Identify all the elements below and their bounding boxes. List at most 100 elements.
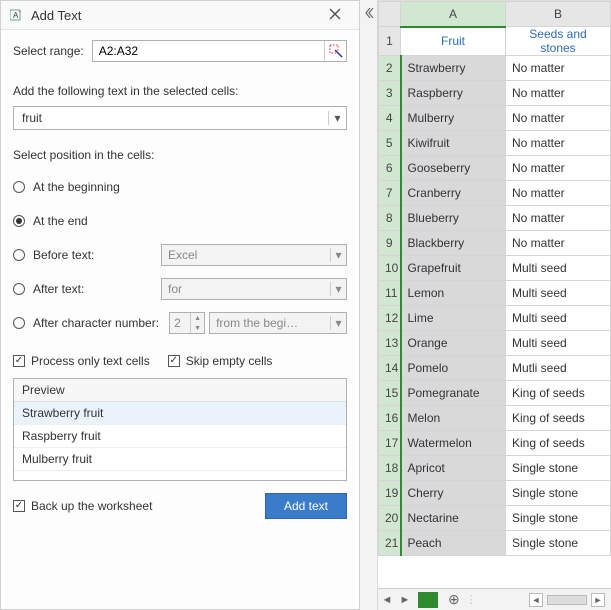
radio-at-beginning[interactable]: At the beginning (13, 176, 347, 198)
cell[interactable]: Lemon (401, 281, 506, 306)
radio-after-char[interactable]: After character number: 2 ▲▼ from the be… (13, 312, 347, 334)
add-sheet-button[interactable]: ⊕ (448, 591, 460, 608)
row-header[interactable]: 18 (379, 456, 401, 481)
cell[interactable]: King of seeds (506, 381, 611, 406)
cell[interactable]: No matter (506, 181, 611, 206)
tab-nav-next[interactable]: ► (396, 594, 414, 606)
row-header[interactable]: 21 (379, 531, 401, 556)
radio-after-text[interactable]: After text: for▾ (13, 278, 347, 300)
grid[interactable]: AB1FruitSeeds and stones2StrawberryNo ma… (378, 1, 611, 588)
spinner-down-icon[interactable]: ▼ (191, 323, 204, 333)
col-header-b[interactable]: B (506, 2, 611, 27)
cell[interactable]: Melon (401, 406, 506, 431)
select-range-input[interactable] (92, 40, 347, 62)
row-header[interactable]: 6 (379, 156, 401, 181)
cell[interactable]: Single stone (506, 506, 611, 531)
cell[interactable]: No matter (506, 206, 611, 231)
cell[interactable]: No matter (506, 231, 611, 256)
process-text-checkbox[interactable]: Process only text cells (13, 354, 150, 368)
cell[interactable]: Lime (401, 306, 506, 331)
cell[interactable]: Orange (401, 331, 506, 356)
cell[interactable]: No matter (506, 81, 611, 106)
dropdown-icon[interactable]: ▾ (330, 248, 346, 262)
active-sheet-tab[interactable] (418, 592, 438, 608)
cell[interactable]: Kiwifruit (401, 131, 506, 156)
row-header[interactable]: 17 (379, 431, 401, 456)
row-header[interactable]: 1 (379, 27, 401, 56)
add-text-input[interactable]: fruit ▾ (13, 106, 347, 130)
row-header[interactable]: 15 (379, 381, 401, 406)
cell[interactable]: Single stone (506, 531, 611, 556)
cell[interactable]: Cherry (401, 481, 506, 506)
cell[interactable]: No matter (506, 106, 611, 131)
radio-icon[interactable] (13, 283, 25, 295)
from-direction-select[interactable]: from the begi…▾ (209, 312, 347, 334)
cell[interactable]: Pomegranate (401, 381, 506, 406)
radio-icon[interactable] (13, 215, 25, 227)
row-header[interactable]: 8 (379, 206, 401, 231)
radio-icon[interactable] (13, 181, 25, 193)
cell[interactable]: Grapefruit (401, 256, 506, 281)
row-header[interactable]: 16 (379, 406, 401, 431)
col-header-a[interactable]: A (401, 2, 506, 27)
row-header[interactable]: 4 (379, 106, 401, 131)
cell[interactable]: Multi seed (506, 306, 611, 331)
horizontal-scrollbar[interactable] (547, 595, 587, 605)
cell[interactable]: Apricot (401, 456, 506, 481)
preview-row[interactable]: Raspberry fruit (14, 425, 346, 448)
preview-row[interactable]: Strawberry fruit (14, 402, 346, 425)
cell[interactable]: Mutli seed (506, 356, 611, 381)
cell[interactable]: Strawberry (401, 56, 506, 81)
cell[interactable]: Nectarine (401, 506, 506, 531)
tab-nav-prev[interactable]: ◄ (378, 594, 396, 606)
row-header[interactable]: 14 (379, 356, 401, 381)
radio-at-end[interactable]: At the end (13, 210, 347, 232)
add-text-button[interactable]: Add text (265, 493, 347, 519)
corner-cell[interactable] (379, 2, 401, 27)
radio-before-text[interactable]: Before text: Excel▾ (13, 244, 347, 266)
cell[interactable]: Single stone (506, 481, 611, 506)
cell[interactable]: No matter (506, 56, 611, 81)
close-icon[interactable] (329, 8, 343, 22)
radio-icon[interactable] (13, 249, 25, 261)
row-header[interactable]: 13 (379, 331, 401, 356)
cell[interactable]: King of seeds (506, 406, 611, 431)
row-header[interactable]: 19 (379, 481, 401, 506)
cell[interactable]: Blueberry (401, 206, 506, 231)
row-header[interactable]: 3 (379, 81, 401, 106)
row-header[interactable]: 12 (379, 306, 401, 331)
cell[interactable]: King of seeds (506, 431, 611, 456)
cell[interactable]: Watermelon (401, 431, 506, 456)
before-text-input[interactable]: Excel▾ (161, 244, 347, 266)
cell[interactable]: Multi seed (506, 281, 611, 306)
cell[interactable]: Multi seed (506, 256, 611, 281)
row-header[interactable]: 11 (379, 281, 401, 306)
cell[interactable]: Multi seed (506, 331, 611, 356)
row-header[interactable]: 20 (379, 506, 401, 531)
preview-list[interactable]: Strawberry fruit Raspberry fruit Mulberr… (14, 402, 346, 480)
row-header[interactable]: 9 (379, 231, 401, 256)
scroll-right-button[interactable]: ► (591, 593, 605, 607)
preview-row[interactable]: Mulberry fruit (14, 448, 346, 471)
backup-checkbox[interactable]: Back up the worksheet (13, 499, 152, 513)
skip-empty-checkbox[interactable]: Skip empty cells (168, 354, 273, 368)
cell[interactable]: Mulberry (401, 106, 506, 131)
cell[interactable]: Pomelo (401, 356, 506, 381)
scroll-left-button[interactable]: ◄ (529, 593, 543, 607)
row-header[interactable]: 5 (379, 131, 401, 156)
row-header[interactable]: 2 (379, 56, 401, 81)
cell[interactable]: No matter (506, 131, 611, 156)
row-header[interactable]: 10 (379, 256, 401, 281)
dropdown-icon[interactable]: ▾ (330, 282, 346, 296)
cell[interactable]: Blackberry (401, 231, 506, 256)
range-picker-icon[interactable] (324, 41, 346, 61)
dropdown-icon[interactable]: ▾ (330, 316, 346, 330)
cell[interactable]: Raspberry (401, 81, 506, 106)
char-number-spinner[interactable]: 2 ▲▼ (169, 312, 205, 334)
cell[interactable]: Gooseberry (401, 156, 506, 181)
radio-icon[interactable] (13, 317, 25, 329)
select-range-field[interactable] (93, 41, 324, 61)
dropdown-icon[interactable]: ▾ (328, 111, 346, 125)
cell[interactable]: No matter (506, 156, 611, 181)
after-text-input[interactable]: for▾ (161, 278, 347, 300)
